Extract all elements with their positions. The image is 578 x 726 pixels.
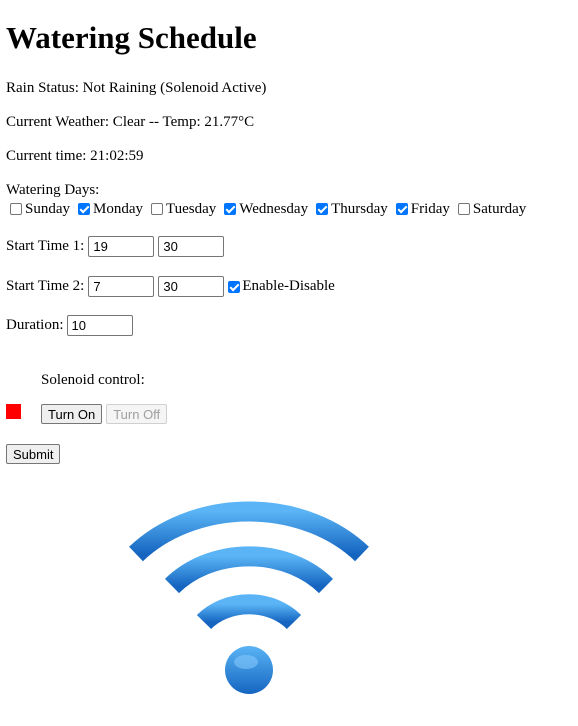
submit-button[interactable]: Submit <box>6 444 61 464</box>
current-weather: Current Weather: Clear -- Temp: 21.77°C <box>6 114 255 130</box>
solenoid-control-label: Solenoid control: <box>41 372 145 388</box>
day-sunday[interactable]: Sunday <box>6 200 70 218</box>
current-time: Current time: 21:02:59 <box>6 148 144 164</box>
start-time-1-minute-input[interactable] <box>158 236 225 257</box>
start-time-2-minute-input[interactable] <box>158 276 225 297</box>
day-thursday[interactable]: Thursday <box>312 200 388 218</box>
day-monday[interactable]: Monday <box>74 200 143 218</box>
enable-disable-checkbox[interactable] <box>228 280 241 293</box>
duration-label: Duration: <box>6 317 64 333</box>
duration-input[interactable] <box>66 315 133 336</box>
submit-row: Submit <box>6 444 61 464</box>
duration-row: Duration: <box>6 315 133 336</box>
day-sunday-checkbox[interactable] <box>10 203 22 215</box>
day-friday-checkbox[interactable] <box>395 203 408 215</box>
start-time-1-hour-input[interactable] <box>88 236 155 257</box>
enable-disable-label: Enable-Disable <box>242 278 335 294</box>
day-saturday-checkbox[interactable] <box>457 203 470 215</box>
day-friday[interactable]: Friday <box>392 200 450 218</box>
day-wednesday[interactable]: Wednesday <box>220 200 308 218</box>
turn-on-button[interactable]: Turn On <box>41 404 103 424</box>
watering-days-label: Watering Days: <box>6 182 100 198</box>
day-tuesday[interactable]: Tuesday <box>147 200 216 218</box>
start-time-2-hour-input[interactable] <box>88 276 155 297</box>
page-title: Watering Schedule <box>6 20 257 55</box>
watering-days-group: Sunday Monday Tuesday Wednesday Thursday Frid… <box>6 200 530 220</box>
day-thursday-checkbox[interactable] <box>316 203 329 215</box>
start-time-2-row: Start Time 2: Enable-Disable <box>6 276 335 297</box>
start-time-1-label: Start Time 1: <box>6 238 85 254</box>
start-time-2-label: Start Time 2: <box>6 278 85 294</box>
start-time-1-row: Start Time 1: <box>6 236 225 257</box>
rain-status: Rain Status: Not Raining (Solenoid Activ… <box>6 80 267 96</box>
turn-off-button[interactable]: Turn Off <box>106 404 168 424</box>
day-tuesday-checkbox[interactable] <box>151 203 163 215</box>
day-saturday[interactable]: Saturday <box>454 200 526 218</box>
solenoid-status-indicator <box>6 404 21 419</box>
day-monday-checkbox[interactable] <box>78 203 90 215</box>
solenoid-buttons: Turn On Turn Off <box>41 404 168 424</box>
day-wednesday-checkbox[interactable] <box>224 203 237 215</box>
wifi-icon <box>129 501 369 694</box>
